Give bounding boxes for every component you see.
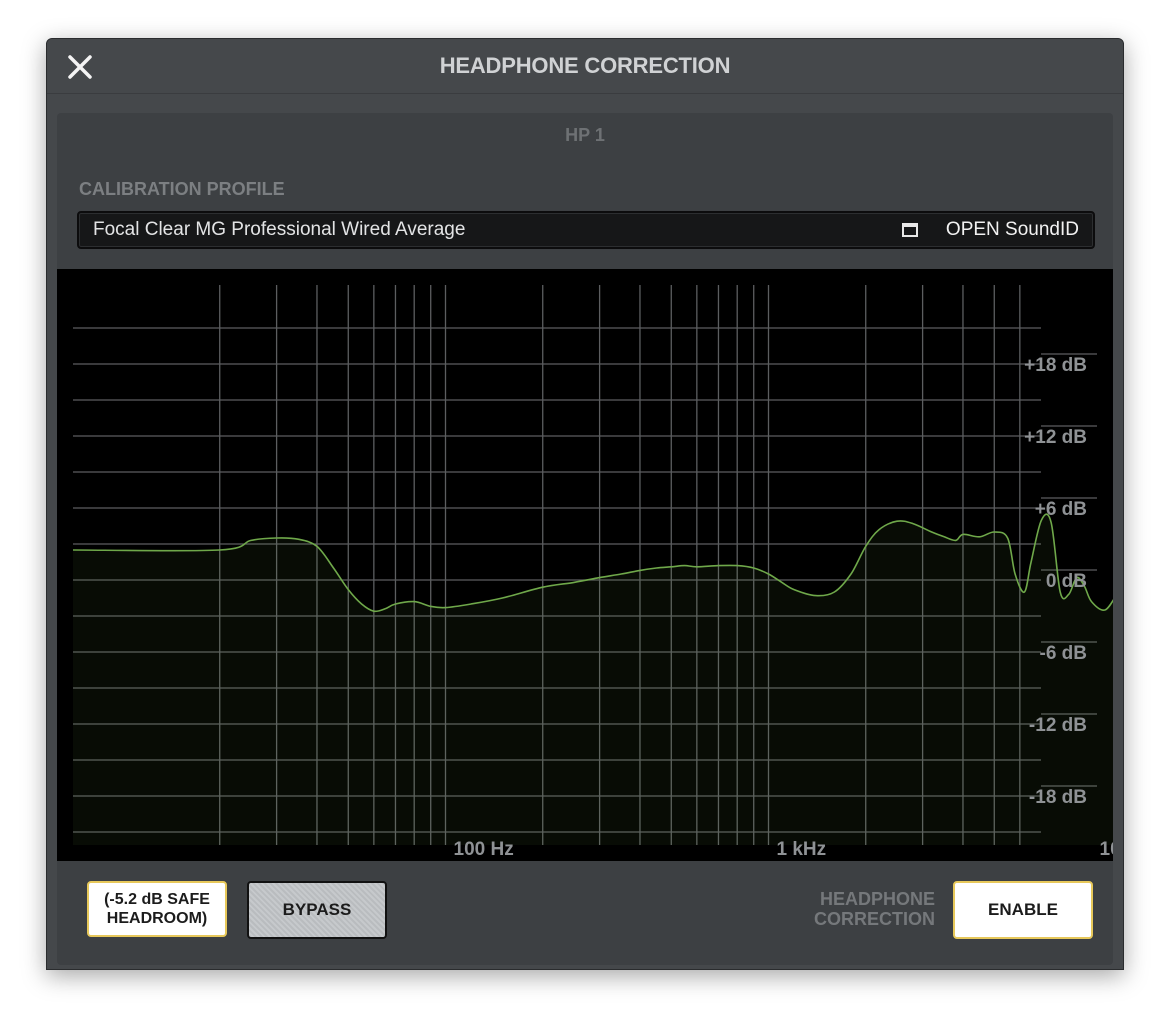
- bypass-button[interactable]: BYPASS: [247, 881, 387, 939]
- y-tick-label: +6 dB: [1035, 499, 1087, 520]
- correction-panel: HP 1 CALIBRATION PROFILE Focal Clear MG …: [57, 113, 1113, 965]
- y-tick-label: +18 dB: [1024, 355, 1087, 376]
- channel-label: HP 1: [565, 125, 605, 145]
- headphone-correction-label: HEADPHONE CORRECTION: [795, 889, 935, 929]
- safe-headroom-button[interactable]: (-5.2 dB SAFE HEADROOM): [87, 881, 227, 937]
- x-tick-label: 100 Hz: [454, 839, 514, 860]
- x-tick-label: 1 kHz: [777, 839, 827, 860]
- y-tick-label: +12 dB: [1024, 427, 1087, 448]
- y-tick-label: -12 dB: [1029, 715, 1087, 736]
- headphone-correction-text: HEADPHONE CORRECTION: [814, 889, 935, 929]
- y-tick-label: 0 dB: [1046, 571, 1087, 592]
- open-soundid-button[interactable]: OPEN SoundID: [946, 213, 1079, 247]
- calibration-profile-select[interactable]: Focal Clear MG Professional Wired Averag…: [77, 211, 1095, 249]
- y-tick-label: -6 dB: [1040, 643, 1088, 664]
- x-tick-label: 10 kHz: [1100, 839, 1114, 860]
- chart-svg: +18 dB +12 dB +6 dB 0 dB -6 dB -12 dB -18 dB 10…: [72, 285, 1114, 860]
- close-icon[interactable]: [65, 52, 95, 82]
- curve-area-fill: [73, 514, 1113, 845]
- title-bar: HEADPHONE CORRECTION: [47, 39, 1123, 94]
- enable-button[interactable]: ENABLE: [953, 881, 1093, 939]
- headphone-correction-window: HEADPHONE CORRECTION HP 1 CALIBRATION PR…: [46, 38, 1124, 970]
- window-title: HEADPHONE CORRECTION: [439, 53, 731, 78]
- window-icon: [902, 223, 918, 237]
- y-tick-label: -18 dB: [1029, 787, 1087, 808]
- calibration-profile-label: CALIBRATION PROFILE: [79, 179, 285, 199]
- frequency-response-chart: +18 dB +12 dB +6 dB 0 dB -6 dB -12 dB -18 dB 10…: [57, 269, 1113, 861]
- profile-name: Focal Clear MG Professional Wired Averag…: [93, 219, 466, 240]
